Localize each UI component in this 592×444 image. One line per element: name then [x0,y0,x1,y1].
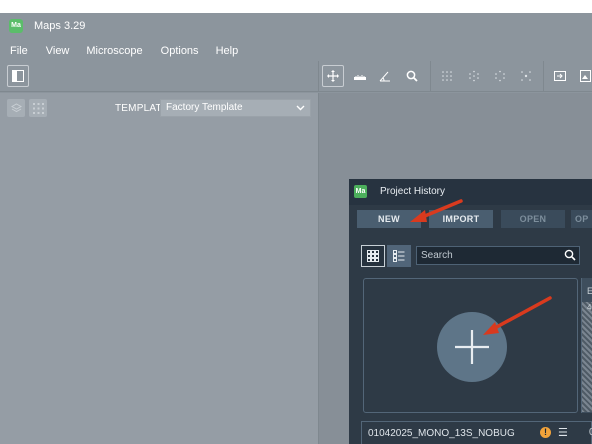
dialog-header: Ma Project History [349,179,592,205]
grid-view-icon [367,250,379,262]
grid-dots-icon [442,71,452,81]
new-project-button[interactable]: NEW [357,210,421,228]
angle-tool-button[interactable] [374,65,396,87]
zoom-icon [406,70,418,82]
new-project-card[interactable] [363,278,578,413]
grid-dots-button[interactable] [436,65,458,87]
tiles-button[interactable] [29,99,47,117]
square-dots-button[interactable] [515,65,537,87]
pan-icon [327,70,339,82]
project-name: 01042025_MONO_13S_NOBUG [368,428,515,439]
project-card-partial[interactable] [581,278,592,413]
project-thumbnail [582,302,592,412]
menu-view[interactable]: View [46,41,70,61]
menu-microscope[interactable]: Microscope [86,41,142,61]
ruler-icon [354,75,366,80]
angle-icon [379,71,390,82]
image-button[interactable] [575,65,592,87]
open-button[interactable]: OPEN [501,210,565,228]
search-input[interactable]: Search [416,246,580,265]
ring-dots-button[interactable] [489,65,511,87]
menu-help[interactable]: Help [216,41,239,61]
warning-icon: ! [540,427,551,438]
list-view-icon [393,250,405,262]
left-panel: TEMPLATE Factory Template [0,93,319,444]
toolbar-divider [543,61,544,92]
add-project-button[interactable] [437,312,507,382]
menu-options[interactable]: Options [161,41,199,61]
circle-dots-button[interactable] [463,65,485,87]
search-placeholder: Search [421,250,453,261]
toggle-panel-button[interactable] [7,65,29,87]
open-partial-button[interactable]: OP [571,210,592,228]
project-list-item[interactable]: 01042025_MONO_13S_NOBUG ! ☰ [361,421,592,444]
project-card-title-partial: E [587,286,592,296]
layers-icon [10,102,22,112]
chevron-down-icon [296,105,305,111]
menu-file[interactable]: File [10,41,28,61]
image-icon [580,70,591,82]
project-card-meta-partial: 4 [587,303,592,312]
title-bar: Ma Maps 3.29 [0,13,592,40]
sidebar-toggle-icon [12,70,24,82]
plus-icon [455,330,489,364]
menu-bar: File View Microscope Options Help [0,41,592,61]
pan-tool-button[interactable] [322,65,344,87]
ring-dots-icon [495,70,505,82]
square-dots-icon [521,71,531,81]
layers-button[interactable] [7,99,25,117]
grid-view-toggle[interactable] [361,245,385,267]
list-view-toggle[interactable] [387,245,411,267]
export-icon [554,71,566,81]
app-title: Maps 3.29 [34,20,86,32]
toolbar-divider [318,61,319,92]
template-value: Factory Template [166,102,243,113]
hamburger-menu-icon[interactable]: ☰ [558,426,568,439]
search-icon [564,249,576,261]
dialog-logo: Ma [354,185,367,198]
toolbar [0,61,592,92]
toolbar-divider [430,61,431,92]
circle-dots-icon [469,70,479,82]
app-logo: Ma [9,19,23,33]
template-dropdown[interactable]: Factory Template [160,99,311,117]
export-button[interactable] [549,65,571,87]
import-button[interactable]: IMPORT [429,210,493,228]
tiles-grid-icon [32,102,44,114]
dialog-title: Project History [380,186,446,197]
zoom-tool-button[interactable] [401,65,423,87]
project-history-dialog: Ma Project History NEW IMPORT OPEN OP Se… [349,179,592,444]
ruler-tool-button[interactable] [349,65,371,87]
